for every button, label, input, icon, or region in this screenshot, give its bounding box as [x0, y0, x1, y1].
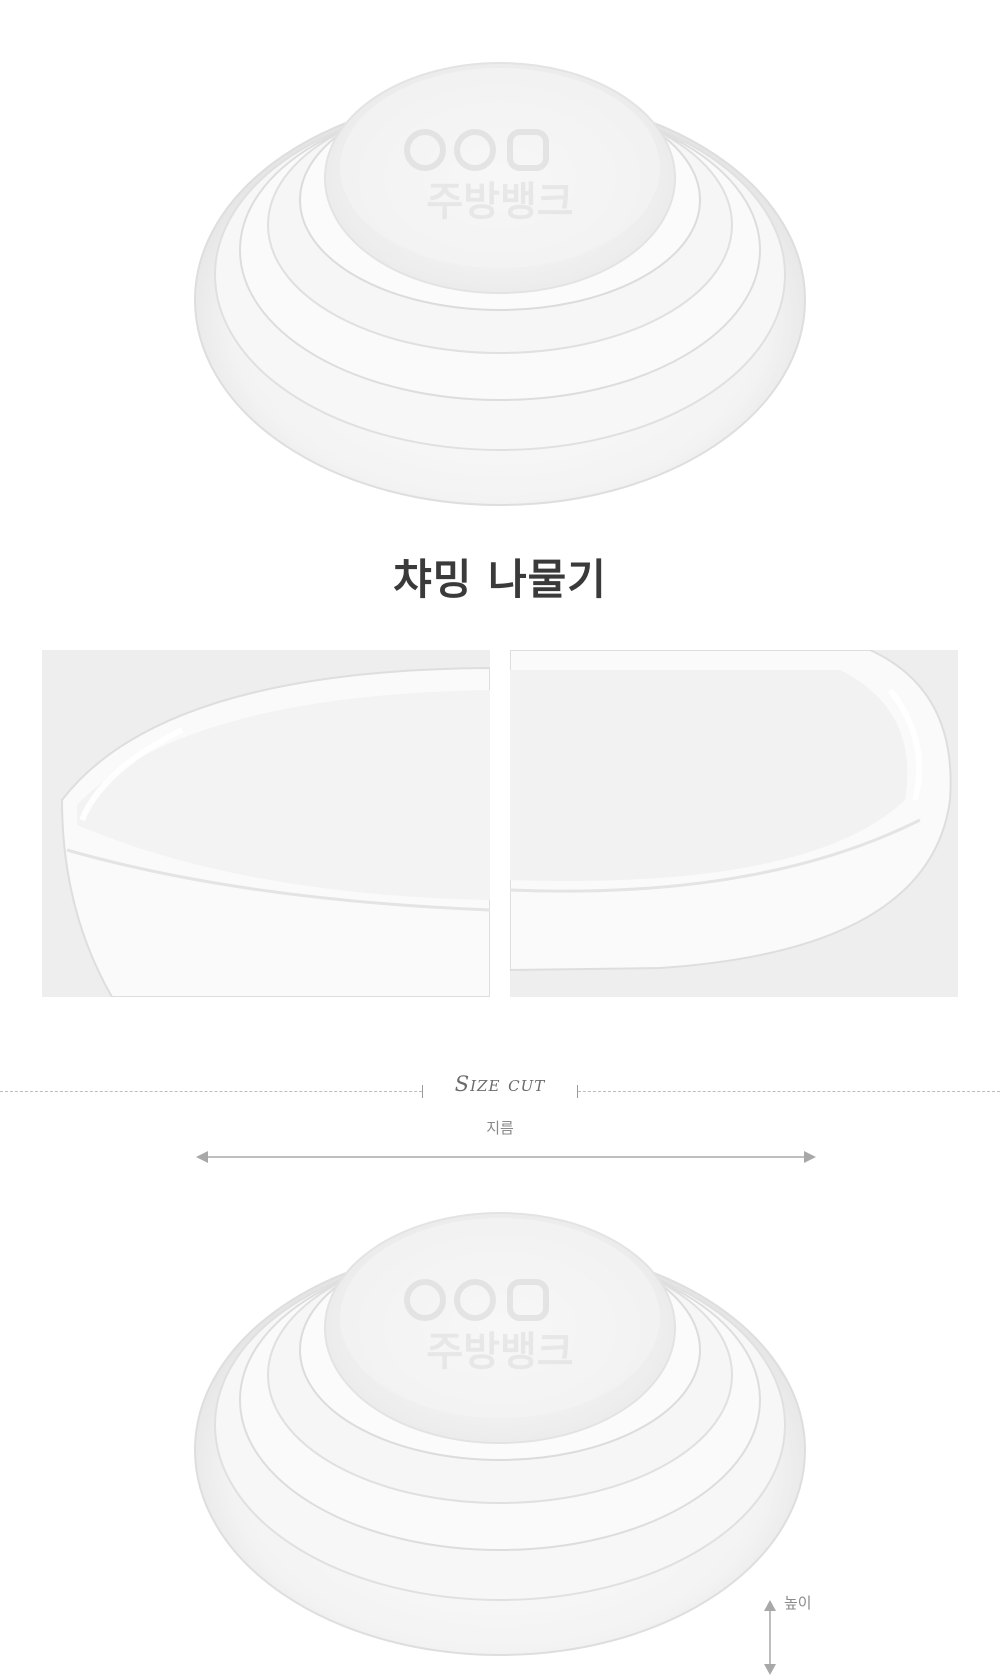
- size-product-photo: 주방뱅크: [194, 1212, 806, 1656]
- product-title: 챠밍 나물기: [393, 555, 607, 604]
- watermark-text: 주방뱅크: [426, 179, 573, 225]
- diameter-label: 지름: [486, 1119, 514, 1137]
- hero-product-photo: 주방뱅크: [194, 62, 806, 506]
- detail-photo-left: [42, 650, 490, 997]
- divider-line-left: [0, 1091, 422, 1092]
- size-cut-heading: Size cut: [454, 1072, 546, 1096]
- divider-line-right: [578, 1091, 1000, 1092]
- watermark-text: 주방뱅크: [426, 1329, 573, 1375]
- height-label: 높이: [784, 1594, 812, 1612]
- diameter-arrow-icon: [196, 1151, 816, 1163]
- detail-photo-right: [510, 650, 958, 997]
- height-arrow-icon: [764, 1600, 776, 1675]
